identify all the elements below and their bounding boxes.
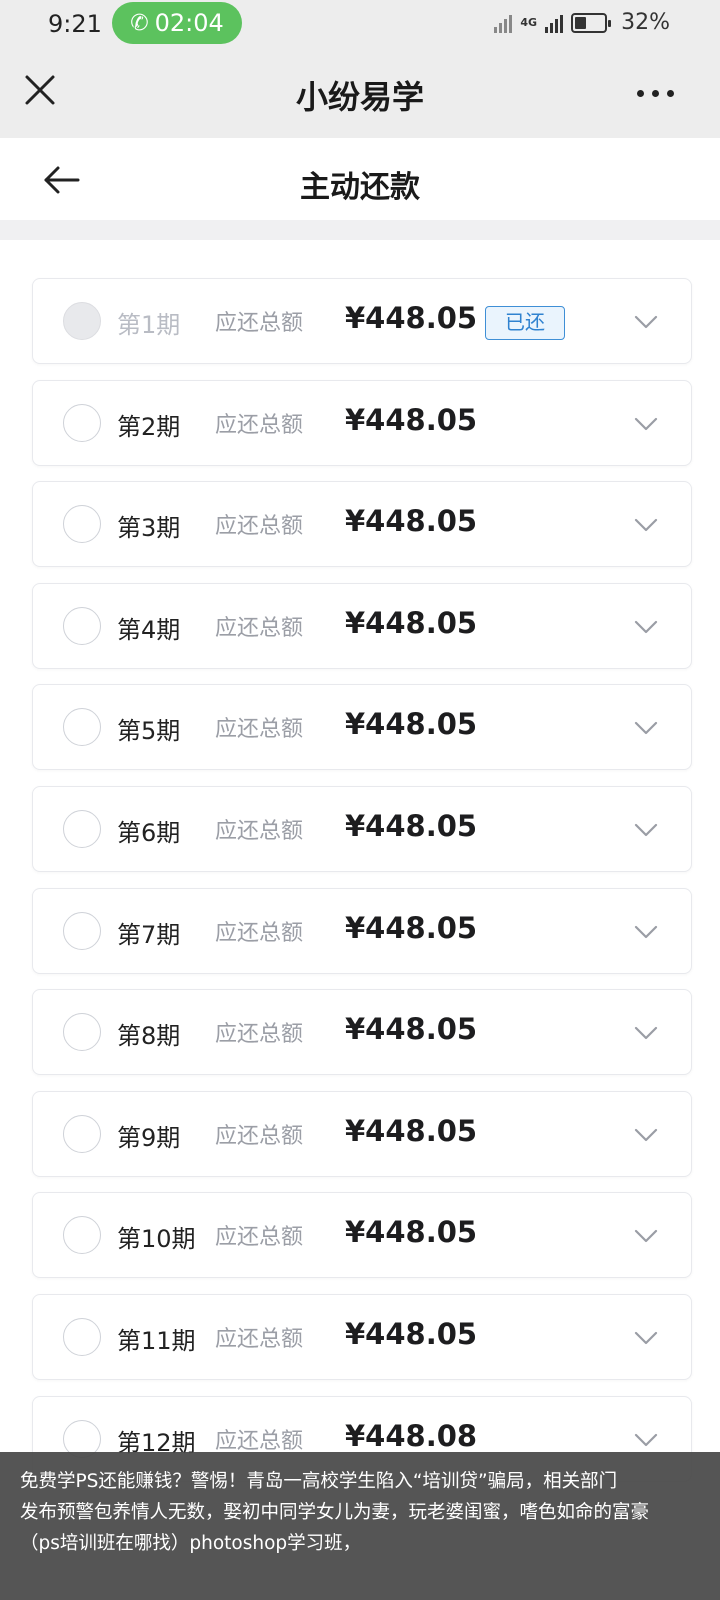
period-label: 第10期	[117, 1225, 196, 1254]
amount-due-label: 应还总额	[215, 311, 304, 336]
caption-line: 免费学PS还能赚钱？警惕！青岛一高校学生陷入“培训贷”骗局，相关部门	[20, 1471, 618, 1492]
amount-value: ¥448.05	[345, 1215, 478, 1250]
status-time: 9:21	[48, 10, 102, 38]
installment-row[interactable]: 第6期 应还总额 ¥448.05	[32, 786, 692, 872]
installment-row[interactable]: 第9期 应还总额 ¥448.05	[32, 1090, 692, 1177]
installment-row[interactable]: 第7期 应还总额 ¥448.05	[32, 887, 692, 974]
period-label: 第9期	[117, 1123, 181, 1152]
select-radio[interactable]	[63, 1013, 101, 1052]
period-label: 第6期	[117, 819, 181, 847]
installment-row[interactable]: 第5期 应还总额 ¥448.05	[32, 684, 692, 771]
caption-overlay: 免费学PS还能赚钱？警惕！青岛一高校学生陷入“培训贷”骗局，相关部门 发布预警包…	[0, 1452, 720, 1600]
amount-due-label: 应还总额	[215, 1225, 304, 1251]
installment-row[interactable]: 第3期 应还总额 ¥448.05	[32, 481, 692, 568]
chevron-down-icon[interactable]	[633, 1325, 659, 1351]
period-label: 第4期	[117, 615, 181, 644]
page-header: 主动还款	[0, 138, 720, 220]
chevron-down-icon[interactable]	[633, 715, 659, 741]
installment-row[interactable]: 第1期 应还总额 ¥448.05 已还	[32, 278, 692, 364]
period-label: 第3期	[117, 514, 181, 543]
select-radio[interactable]	[63, 810, 101, 848]
installment-row[interactable]: 第11期 应还总额 ¥448.05	[32, 1294, 692, 1380]
battery-percent: 32%	[621, 10, 670, 35]
amount-value: ¥448.05	[345, 402, 478, 437]
status-icons: 4G 32%	[494, 10, 670, 35]
chevron-down-icon[interactable]	[633, 512, 659, 538]
amount-due-label: 应还总额	[215, 412, 304, 438]
divider	[0, 220, 720, 240]
select-radio[interactable]	[63, 606, 101, 645]
chevron-down-icon[interactable]	[633, 309, 659, 335]
app-title: 小纷易学	[295, 78, 424, 116]
amount-due-label: 应还总额	[215, 1327, 304, 1352]
installment-list: 第1期 应还总额 ¥448.05 已还 第2期 应还总额 ¥448.05 第3期 应还总额 ¥44…	[0, 240, 720, 1600]
chevron-down-icon[interactable]	[633, 1122, 659, 1148]
period-label: 第7期	[117, 920, 181, 949]
app-bar: 小纷易学	[0, 46, 720, 138]
select-radio	[63, 302, 101, 340]
amount-value: ¥448.05	[345, 504, 478, 539]
installment-row[interactable]: 第4期 应还总额 ¥448.05	[32, 582, 692, 669]
status-bar: 9:21 ✆ 02:04 4G 32%	[0, 0, 720, 46]
ongoing-call-pill[interactable]: ✆ 02:04	[112, 2, 242, 44]
amount-value: ¥448.05	[345, 1113, 478, 1148]
period-label: 第8期	[117, 1022, 181, 1051]
chevron-down-icon[interactable]	[633, 1020, 659, 1046]
amount-value: ¥448.05	[345, 605, 478, 640]
amount-due-label: 应还总额	[215, 1022, 304, 1048]
phone-icon: ✆	[130, 10, 149, 36]
amount-due-label: 应还总额	[215, 1123, 304, 1149]
amount-due-label: 应还总额	[215, 920, 304, 946]
caption-line: 发布预警包养情人无数，娶初中同学女儿为妻，玩老婆闺蜜，嗜色如命的富豪	[20, 1502, 650, 1523]
select-radio[interactable]	[63, 911, 101, 950]
chevron-down-icon[interactable]	[633, 817, 659, 843]
amount-value: ¥448.05	[345, 910, 478, 945]
installment-row[interactable]: 第8期 应还总额 ¥448.05	[32, 989, 692, 1076]
select-radio[interactable]	[63, 1114, 101, 1153]
paid-status-badge: 已还	[485, 306, 565, 340]
period-label: 第1期	[117, 311, 181, 339]
select-radio[interactable]	[63, 708, 101, 747]
amount-value: ¥448.05	[345, 1012, 478, 1047]
select-radio[interactable]	[63, 403, 101, 442]
installment-row[interactable]: 第10期 应还总额 ¥448.05	[32, 1192, 692, 1279]
cell-signal-icon	[545, 13, 564, 33]
chevron-down-icon[interactable]	[633, 614, 659, 640]
amount-due-label: 应还总额	[215, 514, 304, 540]
select-radio[interactable]	[63, 1318, 101, 1356]
amount-value: ¥448.05	[345, 301, 478, 335]
chevron-down-icon[interactable]	[633, 411, 659, 437]
amount-due-label: 应还总额	[215, 615, 304, 641]
call-timer: 02:04	[154, 9, 224, 37]
amount-value: ¥448.05	[345, 1317, 478, 1351]
select-radio[interactable]	[63, 1216, 101, 1255]
chevron-down-icon[interactable]	[633, 1427, 659, 1453]
period-label: 第5期	[117, 717, 181, 746]
more-options-icon[interactable]	[637, 90, 674, 97]
amount-value: ¥448.05	[345, 809, 478, 843]
amount-due-label: 应还总额	[215, 717, 304, 743]
chevron-down-icon[interactable]	[633, 1223, 659, 1249]
chevron-down-icon[interactable]	[633, 919, 659, 945]
select-radio[interactable]	[63, 505, 101, 544]
battery-icon	[571, 12, 612, 33]
caption-line: （ps培训班在哪找）photoshop学习班，	[20, 1533, 362, 1554]
amount-due-label: 应还总额	[215, 819, 304, 844]
wifi-signal-icon	[494, 13, 513, 33]
network-type: 4G	[520, 16, 538, 29]
page-title: 主动还款	[300, 170, 420, 205]
installment-row[interactable]: 第2期 应还总额 ¥448.05	[32, 379, 692, 466]
period-label: 第11期	[117, 1327, 196, 1355]
period-label: 第2期	[117, 412, 181, 441]
amount-value: ¥448.05	[345, 707, 478, 742]
amount-due-label: 应还总额	[215, 1428, 304, 1454]
amount-value: ¥448.08	[345, 1418, 478, 1453]
